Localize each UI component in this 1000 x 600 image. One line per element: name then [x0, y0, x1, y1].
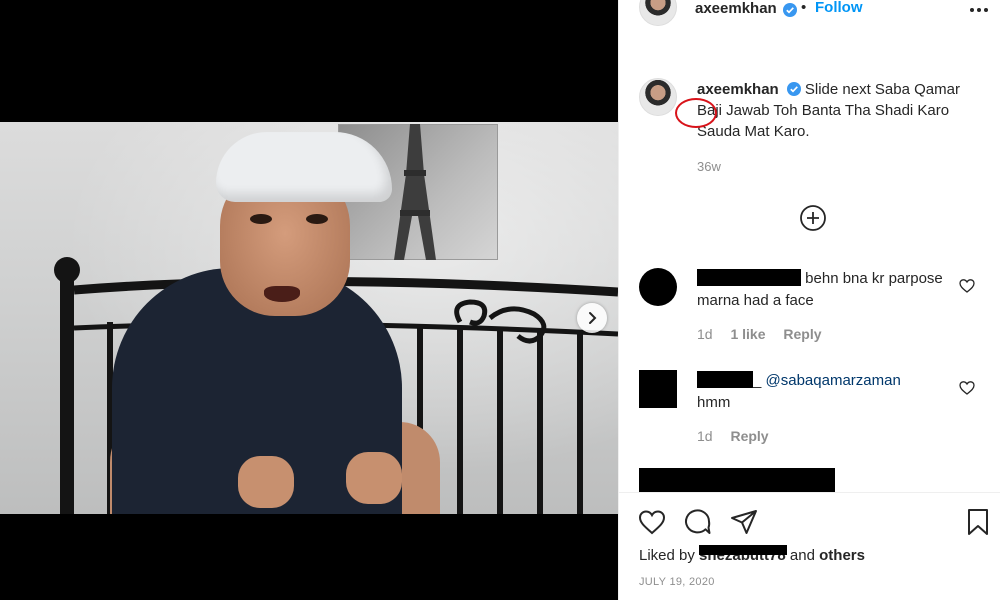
- next-slide-button[interactable]: [577, 303, 607, 333]
- comment-item: _ @sabaqamarzaman hmm 1d Reply: [639, 370, 979, 450]
- follow-button[interactable]: Follow: [815, 0, 863, 16]
- redacted-comment: [639, 468, 835, 492]
- follow-separator: •: [801, 0, 807, 16]
- plus-circle-icon[interactable]: [799, 204, 827, 232]
- more-horizontal-icon[interactable]: [969, 2, 989, 18]
- heart-icon[interactable]: [959, 380, 975, 396]
- verified-badge-icon: [786, 82, 801, 96]
- comment-item: [639, 468, 979, 492]
- heart-icon[interactable]: [959, 278, 975, 294]
- comment-icon[interactable]: [683, 507, 713, 537]
- action-bar: Liked by shezabutt78 and others JULY 19,…: [619, 492, 1000, 600]
- liked-by-conjunction: and: [789, 547, 815, 564]
- comment-body: _ @sabaqamarzaman hmm: [697, 370, 947, 414]
- caption-avatar[interactable]: [639, 78, 677, 116]
- annotation-circle: [675, 98, 717, 128]
- redacted-username: [697, 371, 753, 388]
- post-video[interactable]: [0, 122, 618, 514]
- bookmark-icon[interactable]: [963, 507, 993, 537]
- comment-time[interactable]: 1d: [697, 326, 713, 342]
- comment-item: behn bna kr parpose marna had a face 1d …: [639, 268, 979, 348]
- liked-by-user[interactable]: shezabutt78: [699, 545, 788, 564]
- comment-text: hmm: [697, 394, 731, 411]
- caption-age[interactable]: 36w: [697, 156, 987, 177]
- comment-avatar[interactable]: [639, 268, 677, 306]
- person-fist: [238, 456, 294, 508]
- avatar[interactable]: [639, 0, 677, 26]
- post-author-name[interactable]: axeemkhan: [695, 0, 777, 17]
- heart-icon[interactable]: [637, 507, 667, 537]
- liked-by-line: Liked by shezabutt78 and others: [639, 545, 865, 564]
- post-caption: axeemkhan Slide next Saba Qamar Baji Jaw…: [697, 79, 987, 177]
- redacted-username: [697, 269, 801, 286]
- reply-button[interactable]: Reply: [730, 428, 768, 444]
- liked-by-prefix: Liked by: [639, 547, 695, 564]
- post-date[interactable]: JULY 19, 2020: [639, 576, 715, 588]
- username-suffix: _: [753, 372, 762, 389]
- caption-author-name[interactable]: axeemkhan: [697, 81, 779, 98]
- comment-likes[interactable]: 1 like: [730, 326, 765, 342]
- liked-by-others[interactable]: others: [819, 547, 865, 564]
- person-eye: [306, 214, 328, 224]
- post-sidebar: axeemkhan • Follow axeemkhan Slide next …: [618, 0, 1000, 600]
- person-eye: [250, 214, 272, 224]
- post-media: [0, 0, 618, 600]
- reply-button[interactable]: Reply: [783, 326, 821, 342]
- mention-link[interactable]: @sabaqamarzaman: [766, 372, 901, 389]
- paper-plane-icon[interactable]: [729, 507, 759, 537]
- chevron-right-icon: [589, 312, 597, 324]
- comment-body: behn bna kr parpose marna had a face: [697, 268, 947, 312]
- person-cap: [216, 132, 392, 202]
- person-mouth: [264, 286, 300, 302]
- comment-time[interactable]: 1d: [697, 428, 713, 444]
- comment-meta: 1d Reply: [697, 428, 783, 444]
- verified-badge-icon: [783, 3, 797, 17]
- person-fist: [346, 452, 402, 504]
- comment-meta: 1d 1 like Reply: [697, 326, 836, 342]
- comment-avatar[interactable]: [639, 370, 677, 408]
- post-header: axeemkhan • Follow: [619, 0, 1000, 26]
